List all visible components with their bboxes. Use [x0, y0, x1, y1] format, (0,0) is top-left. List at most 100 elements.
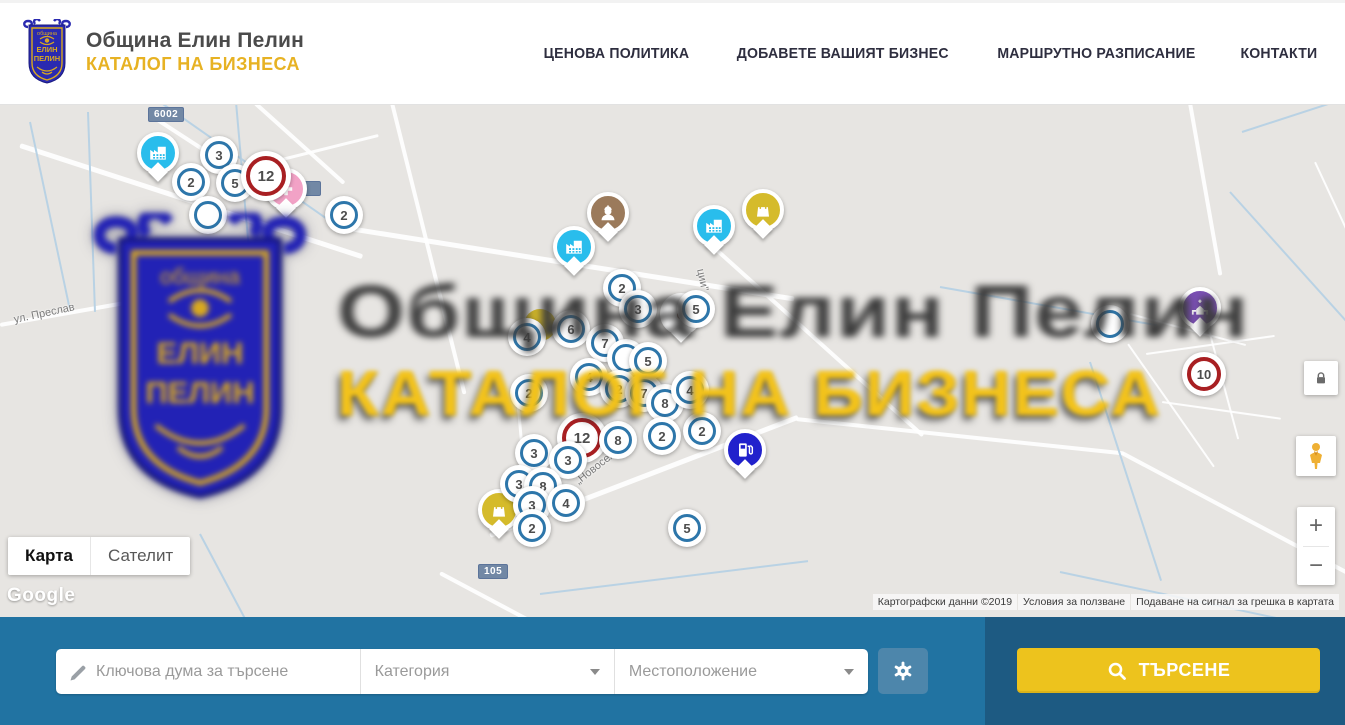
cluster-count: 3 — [619, 290, 657, 328]
stream-line — [540, 560, 808, 595]
cluster-marker[interactable]: 3 — [619, 290, 657, 328]
cluster-marker[interactable]: 5 — [668, 509, 706, 547]
cluster-marker[interactable]: 2 — [510, 374, 548, 412]
street-label: ции" — [694, 268, 710, 293]
road-line — [1314, 162, 1345, 235]
road-line — [1188, 103, 1222, 276]
search-button-label: ТЪРСЕНЕ — [1139, 660, 1231, 681]
stream-line — [87, 112, 96, 312]
svg-text:ЕЛИН: ЕЛИН — [157, 335, 244, 370]
search-bar: Категория Местоположение — [0, 617, 1345, 725]
search-group: Категория Местоположение — [56, 649, 868, 694]
factory-category-pin[interactable] — [553, 226, 595, 268]
attribution-terms-link[interactable]: Условия за ползване — [1018, 594, 1130, 610]
svg-text:община: община — [160, 264, 241, 289]
municipality-crest-icon: община ЕЛИН ПЕЛИН — [22, 19, 72, 85]
cluster-marker[interactable] — [189, 196, 227, 234]
svg-text:ПЕЛИН: ПЕЛИН — [145, 375, 254, 410]
factory-category-pin[interactable] — [693, 205, 735, 247]
cluster-marker[interactable]: 2 — [325, 196, 363, 234]
crest-name-2: ПЕЛИН — [34, 54, 60, 63]
keyword-section — [56, 649, 361, 694]
watermark-crest: община ЕЛИН ПЕЛИН — [84, 213, 316, 505]
road-line — [796, 417, 1125, 455]
stream-line — [1242, 101, 1345, 133]
stream-line — [199, 534, 276, 617]
header: община ЕЛИН ПЕЛИН Община Елин Пелин КАТА… — [0, 0, 1345, 105]
brand-text: Община Елин Пелин КАТАЛОГ НА БИЗНЕСА — [86, 29, 304, 75]
cluster-count: 10 — [1182, 352, 1226, 396]
cluster-count — [1091, 305, 1129, 343]
nav-item-contacts[interactable]: КОНТАКТИ — [1241, 45, 1318, 62]
cluster-count — [189, 196, 227, 234]
zoom-in-button[interactable]: + — [1297, 507, 1335, 546]
cluster-marker[interactable]: 2 — [513, 509, 551, 547]
cluster-marker[interactable]: 10 — [1182, 352, 1226, 396]
search-button[interactable]: ТЪРСЕНЕ — [1017, 648, 1320, 693]
crest-name-1: ЕЛИН — [36, 45, 57, 54]
lock-control[interactable] — [1304, 361, 1338, 395]
cluster-count: 4 — [671, 371, 709, 409]
chevron-down-icon — [844, 669, 854, 675]
location-select-value: Местоположение — [629, 663, 757, 681]
category-select[interactable]: Категория — [361, 649, 615, 694]
cluster-marker[interactable]: 12 — [241, 151, 291, 201]
cluster-marker[interactable]: 2 — [683, 412, 721, 450]
cluster-count: 6 — [552, 310, 590, 348]
zoom-out-button[interactable]: − — [1297, 546, 1335, 585]
cluster-marker[interactable]: 4 — [671, 371, 709, 409]
main-nav: ЦЕНОВА ПОЛИТИКА ДОБАВЕТЕ ВАШИЯТ БИЗНЕС МАР… — [539, 3, 1320, 104]
cluster-marker[interactable]: 6 — [552, 310, 590, 348]
fuel-category-pin[interactable] — [724, 429, 766, 471]
cluster-count: 12 — [241, 151, 291, 201]
zoom-control: + − — [1297, 507, 1335, 585]
cluster-count: 2 — [510, 374, 548, 412]
cluster-count: 2 — [683, 412, 721, 450]
cluster-marker[interactable]: 4 — [547, 484, 585, 522]
watermark-subtitle: КАТАЛОГ НА БИЗНЕСА — [337, 356, 1162, 430]
brand-title: Община Елин Пелин — [86, 29, 304, 53]
attribution-report-link[interactable]: Подаване на сигнал за грешка в картата — [1131, 594, 1339, 610]
lock-icon — [1313, 370, 1329, 386]
street-label: ул. Преслав — [13, 301, 76, 326]
attribution-copyright: Картографски данни ©2019 — [873, 594, 1017, 610]
road-line — [439, 571, 622, 617]
map-type-satellite-button[interactable]: Сателит — [90, 537, 190, 575]
cluster-count: 2 — [325, 196, 363, 234]
bag-category-pin[interactable] — [742, 189, 784, 231]
road-number-badge: 105 — [478, 564, 508, 579]
cluster-marker[interactable]: 2 — [643, 417, 681, 455]
cluster-marker[interactable]: 5 — [677, 290, 715, 328]
factory-category-pin[interactable] — [137, 132, 179, 174]
cluster-count: 2 — [643, 417, 681, 455]
nav-item-pricing[interactable]: ЦЕНОВА ПОЛИТИКА — [544, 45, 690, 62]
cluster-marker[interactable]: 8 — [599, 421, 637, 459]
church-category-pin[interactable] — [1179, 287, 1221, 329]
advanced-settings-button[interactable] — [878, 648, 928, 694]
cluster-count: 4 — [547, 484, 585, 522]
brand-logo[interactable]: община ЕЛИН ПЕЛИН Община Елин Пелин КАТА… — [22, 19, 304, 85]
google-logo[interactable]: Google — [7, 585, 75, 607]
road-line — [699, 234, 925, 438]
road-line — [390, 103, 466, 395]
gear-icon — [892, 660, 914, 682]
cluster-marker[interactable] — [1091, 305, 1129, 343]
pegman-icon — [1305, 442, 1327, 470]
category-select-value: Категория — [375, 663, 450, 681]
cluster-marker[interactable]: 4 — [508, 318, 546, 356]
map-canvas[interactable]: ул. Преславбул. „Новоселции"6002105 3251… — [0, 101, 1345, 617]
stream-line — [1089, 362, 1162, 581]
keyword-search-input[interactable] — [94, 662, 338, 682]
brand-subtitle: КАТАЛОГ НА БИЗНЕСА — [86, 54, 304, 75]
map-attribution: Картографски данни ©2019 Условия за полз… — [873, 594, 1339, 610]
cluster-count: 2 — [513, 509, 551, 547]
cluster-count: 5 — [668, 509, 706, 547]
nav-item-route-schedule[interactable]: МАРШРУТНО РАЗПИСАНИЕ — [998, 45, 1196, 62]
stream-line — [29, 122, 70, 308]
cluster-count: 4 — [508, 318, 546, 356]
cluster-count: 5 — [677, 290, 715, 328]
location-select[interactable]: Местоположение — [615, 649, 868, 694]
street-view-pegman[interactable] — [1296, 436, 1336, 476]
map-type-map-button[interactable]: Карта — [8, 537, 90, 575]
nav-item-add-business[interactable]: ДОБАВЕТЕ ВАШИЯТ БИЗНЕС — [737, 45, 949, 62]
